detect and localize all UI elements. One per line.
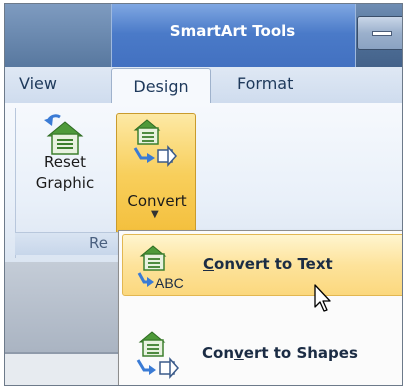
convert-to-text-accelerator: C [203, 255, 215, 273]
context-tab-title: SmartArt Tools [169, 22, 296, 40]
mouse-pointer-icon [314, 284, 334, 314]
convert-to-shapes-icon [134, 328, 192, 380]
tab-format[interactable]: Format [237, 74, 293, 93]
reset-label-line2: Graphic [35, 174, 95, 192]
abc-text: ABC [155, 275, 184, 291]
menu-item-convert-to-text[interactable]: ABC Convert to Text [122, 234, 402, 296]
tab-design-label: Design [133, 77, 189, 96]
convert-icon [131, 116, 181, 168]
convert-to-text-icon: ABC [135, 242, 193, 292]
convert-to-shapes-label-post: ert to Shapes [243, 344, 358, 362]
tab-view[interactable]: View [19, 74, 57, 93]
minimize-button[interactable] [357, 16, 402, 50]
reset-graphic-icon [42, 112, 88, 158]
menu-item-convert-to-shapes[interactable]: Convert to Shapes [122, 324, 402, 385]
window-frame: SmartArt Tools View Design Format Reset … [4, 3, 403, 386]
convert-to-text-label-post: onvert to Text [214, 255, 333, 273]
group-label: Re [89, 234, 108, 252]
tab-design[interactable]: Design [111, 68, 211, 104]
chevron-down-icon[interactable]: ▼ [151, 209, 159, 220]
convert-to-shapes-label-pre: Con [202, 344, 234, 362]
convert-to-shapes-accelerator: v [234, 344, 244, 362]
convert-dropdown-menu: ABC Convert to Text Convert to Shapes [118, 230, 402, 385]
reset-graphic-button[interactable]: Reset Graphic [17, 109, 113, 231]
minimize-icon [372, 31, 392, 36]
reset-label-line1: Reset [44, 153, 86, 171]
group-label-bar [15, 232, 127, 255]
convert-to-shapes-label: Convert to Shapes [202, 344, 358, 362]
convert-to-text-label: Convert to Text [203, 255, 333, 273]
